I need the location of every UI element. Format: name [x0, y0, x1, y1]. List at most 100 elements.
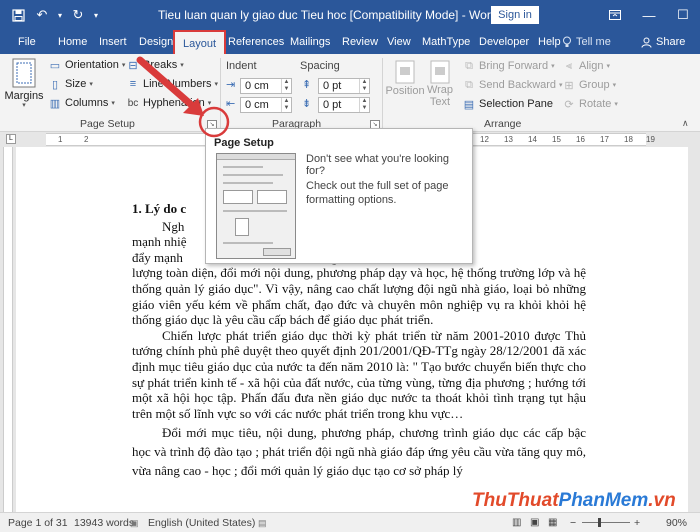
sign-in-button[interactable]: Sign in: [491, 6, 539, 24]
tab-insert[interactable]: Insert: [99, 30, 127, 54]
proofing-icon[interactable]: ▣: [130, 513, 139, 532]
page-setup-tooltip: Page Setup Don't see what you're looking…: [205, 128, 473, 264]
chevron-down-icon: ▾: [111, 100, 115, 107]
maximize-icon[interactable]: ☐: [666, 0, 700, 30]
redo-icon[interactable]: ↻: [66, 0, 90, 30]
align-icon: ⫷: [565, 59, 573, 72]
group-label: Group: [579, 79, 610, 91]
selection-pane-label: Selection Pane: [479, 98, 553, 110]
position-icon: [395, 60, 415, 84]
tooltip-title: Page Setup: [214, 137, 274, 149]
spacing-before-value: 0 pt: [323, 80, 342, 92]
line-numbers-icon: ≡: [129, 78, 137, 90]
line-numbers-button[interactable]: ≡ Line Numbers ▾: [126, 77, 218, 91]
window-controls: — ☐: [598, 0, 700, 30]
chevron-down-icon: ▾: [551, 63, 555, 70]
indent-left-input[interactable]: 0 cm ▲ ▼: [240, 78, 292, 94]
breaks-button[interactable]: ⊟ Breaks ▾: [126, 58, 183, 72]
tab-selector-icon[interactable]: L: [6, 134, 16, 144]
indent-right-input[interactable]: 0 cm ▲ ▼: [240, 97, 292, 113]
margins-dropdown-icon: ▾: [22, 102, 26, 109]
page-count[interactable]: Page 1 of 31: [8, 513, 68, 532]
spinner-arrows-icon[interactable]: ▲ ▼: [359, 79, 369, 93]
ruler-number: 14: [528, 135, 537, 144]
wrap-text-button[interactable]: Wrap Text: [426, 60, 454, 108]
minimize-icon[interactable]: —: [632, 0, 666, 30]
undo-icon[interactable]: ↶: [30, 0, 54, 30]
group-button[interactable]: ⊞ Group ▾: [562, 78, 616, 92]
document-paragraph: Đổi mới mục tiêu, nội dung, phương pháp,…: [132, 425, 586, 479]
columns-label: Columns: [65, 97, 109, 109]
ruler-number: 16: [576, 135, 585, 144]
tab-file[interactable]: File: [18, 30, 36, 54]
ribbon-display-icon[interactable]: [598, 0, 632, 30]
orientation-button[interactable]: ▭ Orientation ▾: [48, 58, 126, 72]
tab-references[interactable]: References: [228, 30, 284, 54]
spinner-arrows-icon[interactable]: ▲ ▼: [281, 98, 291, 112]
bring-forward-button[interactable]: ⧉ Bring Forward ▾: [462, 59, 555, 73]
columns-button[interactable]: ▥ Columns ▾: [48, 96, 115, 110]
spacing-label: Spacing: [300, 60, 340, 72]
hyphenation-button[interactable]: bc Hyphenation ▾: [126, 96, 212, 110]
save-icon[interactable]: [6, 0, 30, 30]
align-label: Align: [579, 60, 604, 72]
web-layout-icon[interactable]: ▦: [548, 513, 557, 532]
word-count[interactable]: 13943 words: [74, 513, 134, 532]
size-button[interactable]: ▯ Size ▾: [48, 77, 93, 91]
send-backward-label: Send Backward: [479, 79, 557, 91]
chevron-down-icon: ▾: [214, 81, 218, 88]
print-layout-icon[interactable]: ▣: [530, 513, 539, 532]
tell-me-box[interactable]: Tell me: [562, 30, 611, 54]
macro-icon[interactable]: ▤: [258, 513, 267, 532]
tab-home[interactable]: Home: [58, 30, 87, 54]
spinner-arrows-icon[interactable]: ▲ ▼: [281, 79, 291, 93]
rotate-button[interactable]: ⟳ Rotate ▾: [562, 97, 618, 111]
send-backward-button[interactable]: ⧉ Send Backward ▾: [462, 78, 563, 92]
watermark-part-2: PhanMem: [558, 490, 649, 511]
tab-design[interactable]: Design: [139, 30, 173, 54]
tab-layout[interactable]: Layout: [173, 30, 227, 56]
tab-view[interactable]: View: [387, 30, 411, 54]
document-paragraph: Chiến lược phát triển giáo dục thời kỳ p…: [132, 327, 586, 421]
align-button[interactable]: ⫷ Align ▾: [562, 59, 610, 73]
undo-dropdown-icon[interactable]: ▾: [54, 0, 66, 30]
spinner-arrows-icon[interactable]: ▲ ▼: [359, 98, 369, 112]
bring-forward-icon: ⧉: [465, 59, 473, 72]
tab-review[interactable]: Review: [342, 30, 378, 54]
ruler-number: 13: [504, 135, 513, 144]
vertical-ruler: [3, 147, 13, 512]
language[interactable]: English (United States): [148, 513, 255, 532]
group-icon: ⊞: [564, 79, 574, 92]
tell-me-label: Tell me: [576, 36, 611, 48]
zoom-slider-thumb[interactable]: [598, 518, 601, 527]
breaks-icon: ⊟: [128, 59, 138, 72]
share-button[interactable]: Share: [641, 30, 685, 54]
tab-mailings[interactable]: Mailings: [290, 30, 330, 54]
collapse-ribbon-icon[interactable]: ∧: [682, 118, 689, 129]
tab-developer[interactable]: Developer: [479, 30, 529, 54]
spacing-before-input[interactable]: 0 pt ▲ ▼: [318, 78, 370, 94]
lightbulb-icon: [563, 36, 571, 47]
wrap-label-1: Wrap: [426, 84, 454, 96]
margins-icon: [12, 58, 36, 88]
zoom-slider[interactable]: [582, 522, 630, 523]
position-button[interactable]: Position: [385, 60, 425, 97]
ruler-number: 1: [58, 135, 63, 144]
spacing-after-input[interactable]: 0 pt ▲ ▼: [318, 97, 370, 113]
read-mode-icon[interactable]: ▥: [512, 513, 521, 532]
selection-pane-icon: ▤: [463, 98, 475, 111]
ruler-number: 12: [480, 135, 489, 144]
tooltip-line-1: Don't see what you're looking for?: [306, 153, 450, 177]
chevron-down-icon: ▾: [614, 101, 618, 108]
customize-qat-icon[interactable]: ▾: [90, 0, 102, 30]
size-icon: ▯: [51, 78, 59, 91]
tab-mathtype[interactable]: MathType: [422, 30, 470, 54]
zoom-level[interactable]: 90%: [666, 513, 687, 532]
zoom-out-icon[interactable]: −: [570, 513, 576, 532]
tab-help[interactable]: Help: [538, 30, 561, 54]
share-label: Share: [656, 36, 686, 48]
hyphenation-label: Hyphenation: [143, 97, 205, 109]
margins-button[interactable]: Margins ▾: [4, 58, 44, 109]
selection-pane-button[interactable]: ▤ Selection Pane: [462, 97, 553, 111]
zoom-in-icon[interactable]: +: [634, 513, 640, 532]
